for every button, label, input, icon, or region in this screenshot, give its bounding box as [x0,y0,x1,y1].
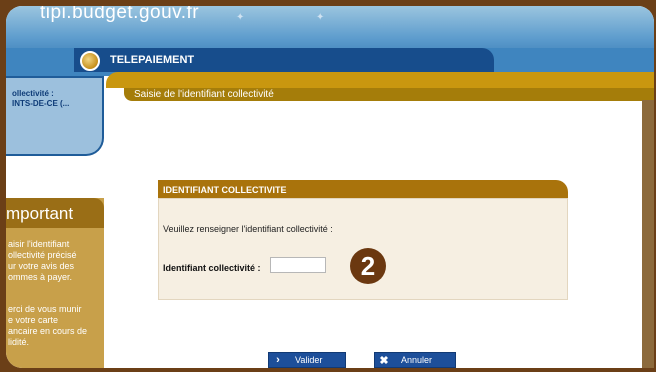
site-url: tipi.budget.gouv.fr [40,6,200,23]
collectivite-value: INTS-DE-CE (... [12,99,70,108]
star-icon: ✦ [316,12,325,23]
valider-button[interactable]: › Valider [268,352,346,368]
form-instruction: Veuillez renseigner l'identifiant collec… [163,224,333,234]
annuler-label: Annuler [401,355,433,365]
chevron-right-icon: › [276,354,280,366]
gold-bar [106,72,654,88]
right-border [642,100,654,368]
identifiant-input[interactable] [270,257,326,273]
collectivite-panel [6,76,104,156]
valider-label: Valider [295,355,323,365]
annuler-button[interactable]: ✖ Annuler [374,352,456,368]
important-text-1: aisir l'identifiant ollectivité précisé … [8,239,77,282]
important-text-2: erci de vous munir e votre carte ancaire… [8,304,88,347]
form-title: IDENTIFIANT COLLECTIVITE [163,185,287,195]
section-title: TELEPAIEMENT [110,54,195,66]
identifiant-label: Identifiant collectivité : [163,263,261,273]
section-bullet-icon [80,51,100,71]
collectivite-label: ollectivité : [12,89,54,98]
step-number-badge: 2 [350,248,386,284]
breadcrumb: Saisie de l'identifiant collectivité [134,89,274,100]
important-title: mportant [6,204,74,223]
app-frame: tipi.budget.gouv.fr ✦ ✦ TELEPAIEMENT Sai… [0,0,656,372]
page-content: tipi.budget.gouv.fr ✦ ✦ TELEPAIEMENT Sai… [6,6,654,368]
star-icon: ✦ [236,12,245,23]
close-icon: ✖ [379,354,389,367]
